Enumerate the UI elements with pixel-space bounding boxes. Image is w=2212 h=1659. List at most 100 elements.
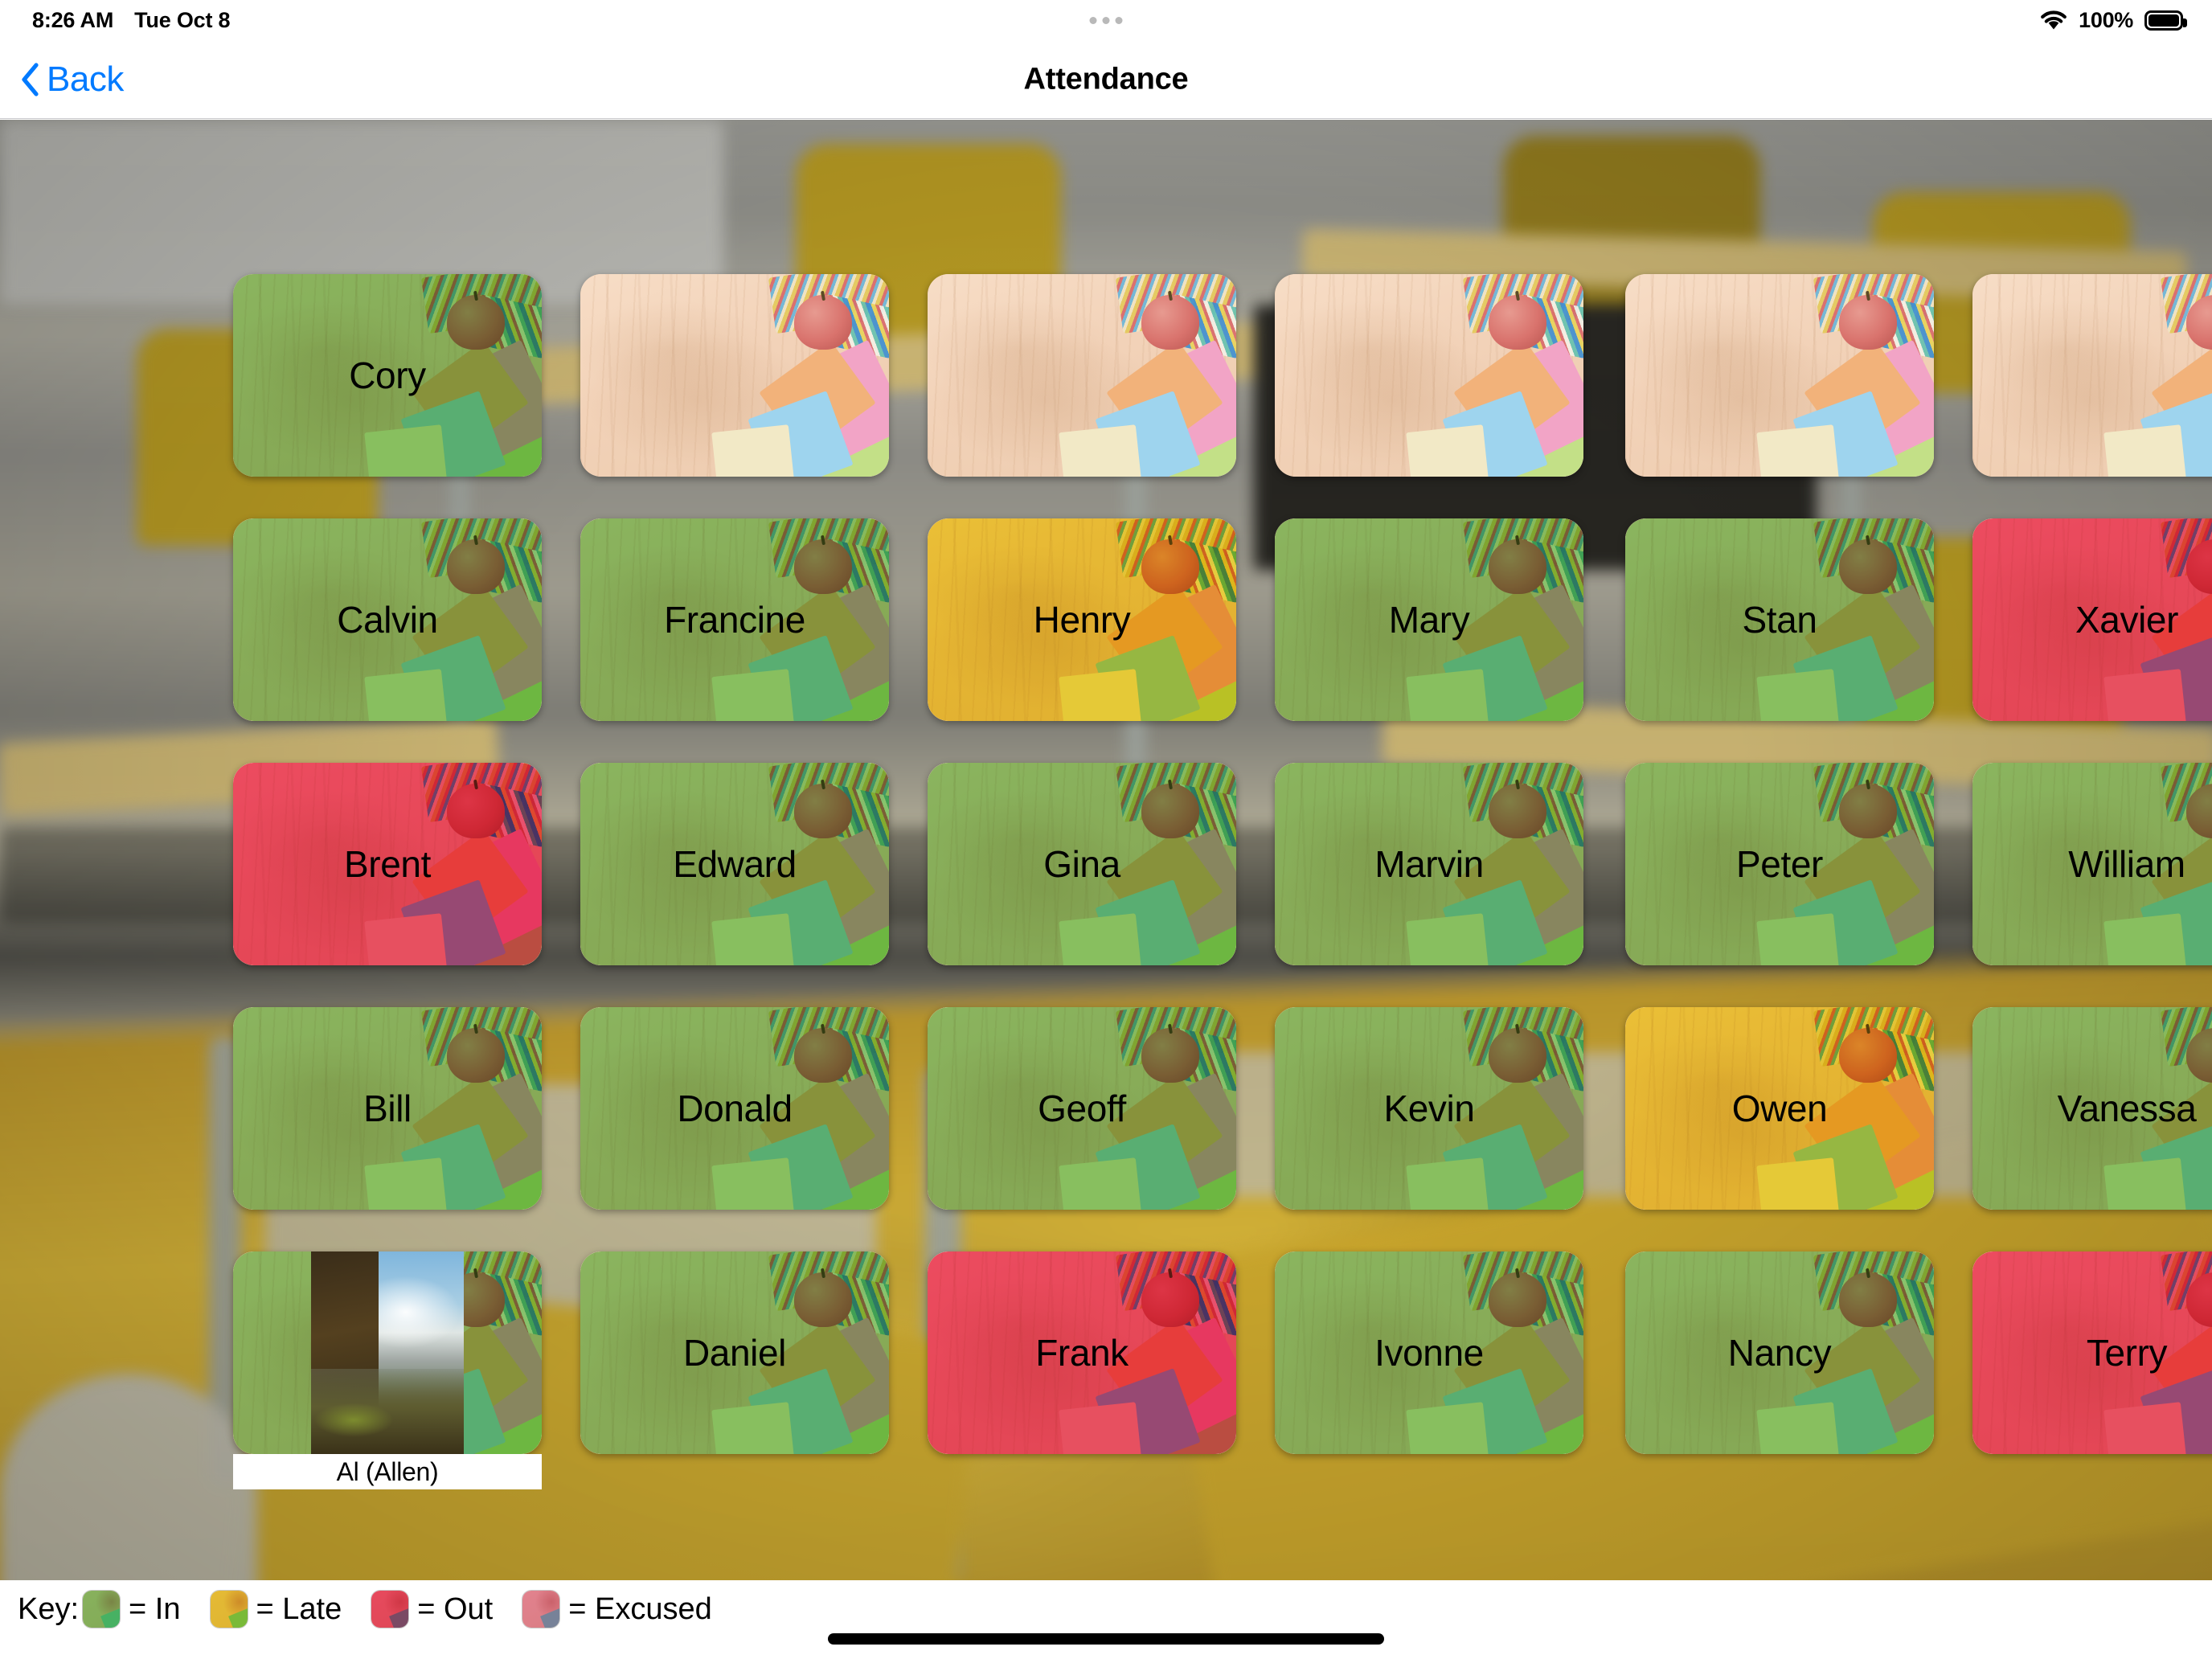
status-bar-time: 8:26 AM [32,7,114,32]
paper-square [1406,424,1491,477]
key-item-in: = In [80,1587,181,1632]
student-card[interactable]: Edward [580,763,889,965]
battery-full-icon [2144,10,2187,31]
student-name: William [2068,843,2185,885]
student-name: Gina [1043,843,1120,885]
student-name: Henry [1033,599,1131,641]
status-bar-left: 8:26 AM Tue Oct 8 [32,7,231,33]
empty-card[interactable] [1275,274,1583,477]
student-name: Geoff [1038,1088,1126,1129]
student-card[interactable]: Gina [928,763,1236,965]
student-card[interactable]: Marvin [1275,763,1583,965]
student-name: Kevin [1383,1088,1475,1129]
student-name: Bill [363,1088,412,1129]
key-swatch-out [371,1590,410,1628]
empty-card[interactable] [1972,274,2212,477]
multitask-handle-icon[interactable] [1089,16,1123,24]
avatar [311,1251,464,1454]
attendance-screen: 8:26 AM Tue Oct 8 100% Back Attendance C… [0,0,2212,1659]
student-name: Mary [1388,599,1470,641]
student-name: Ivonne [1374,1332,1484,1374]
card-desk-photo [928,274,1236,477]
card-desk-photo [1275,274,1583,477]
key-text-in: = In [129,1592,181,1626]
key-item-late: = Late [208,1587,342,1632]
paper-square [2103,424,2189,477]
student-name: Cory [349,354,426,396]
multitask-dot [1089,16,1097,24]
card-desk-photo [580,274,889,477]
student-card[interactable]: Francine [580,518,889,721]
student-card[interactable]: Daniel [580,1251,889,1454]
student-name: Xavier [2075,599,2178,641]
key-item-excused: = Excused [520,1587,712,1632]
student-card[interactable]: Vanessa [1972,1007,2212,1210]
key-text-late: = Late [256,1592,342,1626]
key-swatch-tint [83,1591,121,1628]
student-name: Donald [677,1088,793,1129]
student-name: Marvin [1374,843,1484,885]
empty-card[interactable] [1625,274,1934,477]
student-name: Edward [673,843,797,885]
key-swatch-tint [522,1591,560,1628]
key-swatch-tint [210,1591,248,1628]
card-desk-photo [1972,274,2212,477]
apple-icon [794,295,852,350]
student-card[interactable]: Owen [1625,1007,1934,1210]
student-card[interactable]: Ivonne [1275,1251,1583,1454]
apple-icon [1839,295,1897,350]
apple-icon [1489,295,1546,350]
key-label: Key: [18,1592,80,1626]
back-button-label: Back [47,59,124,99]
card-desk-photo [1625,274,1934,477]
student-card[interactable] [233,1251,542,1454]
student-card[interactable]: Calvin [233,518,542,721]
apple-icon [1141,295,1199,350]
student-card[interactable]: Brent [233,763,542,965]
student-card[interactable]: Terry [1972,1251,2212,1454]
student-card-grid: Cory Calvin Francine Henry Mary Stan Xavier Bre… [0,120,2212,1580]
multitask-dot [1115,16,1123,24]
student-name: Stan [1742,599,1817,641]
multitask-dot [1102,16,1110,24]
student-name: Vanessa [2057,1088,2197,1129]
empty-card[interactable] [928,274,1236,477]
key-swatch-tint [371,1591,409,1628]
chevron-left-icon [19,62,40,97]
student-name-strip: Al (Allen) [233,1454,542,1489]
student-name: Calvin [337,599,438,641]
student-card[interactable]: Peter [1625,763,1934,965]
key-text-excused: = Excused [568,1592,712,1626]
student-card[interactable]: Henry [928,518,1236,721]
student-card[interactable]: Nancy [1625,1251,1934,1454]
key-legend-bar: Key: = In = Late = Out = Excused [0,1580,2212,1659]
student-card[interactable]: Cory [233,274,542,477]
student-card[interactable]: Geoff [928,1007,1236,1210]
student-name: Brent [344,843,431,885]
page-title: Attendance [1023,62,1189,96]
student-name: Owen [1731,1088,1828,1129]
student-card[interactable]: William [1972,763,2212,965]
status-bar: 8:26 AM Tue Oct 8 100% [0,0,2212,40]
student-card[interactable]: Donald [580,1007,889,1210]
student-card[interactable]: Frank [928,1251,1236,1454]
back-button[interactable]: Back [19,59,124,100]
paper-square [1059,424,1144,477]
student-name: Frank [1035,1332,1129,1374]
key-item-out: = Out [369,1587,493,1632]
student-name: Nancy [1727,1332,1832,1374]
nav-bar: Back Attendance [0,40,2212,119]
empty-card[interactable] [580,274,889,477]
student-name: Daniel [682,1332,786,1374]
student-card[interactable]: Bill [233,1007,542,1210]
key-swatch-excused [522,1590,561,1628]
student-name: Francine [664,599,805,641]
student-card[interactable]: Stan [1625,518,1934,721]
status-bar-date: Tue Oct 8 [134,7,231,32]
home-indicator[interactable] [828,1633,1384,1645]
key-swatch-late [209,1590,248,1628]
wifi-icon [2040,10,2067,31]
student-card[interactable]: Xavier [1972,518,2212,721]
student-card[interactable]: Kevin [1275,1007,1583,1210]
student-card[interactable]: Mary [1275,518,1583,721]
